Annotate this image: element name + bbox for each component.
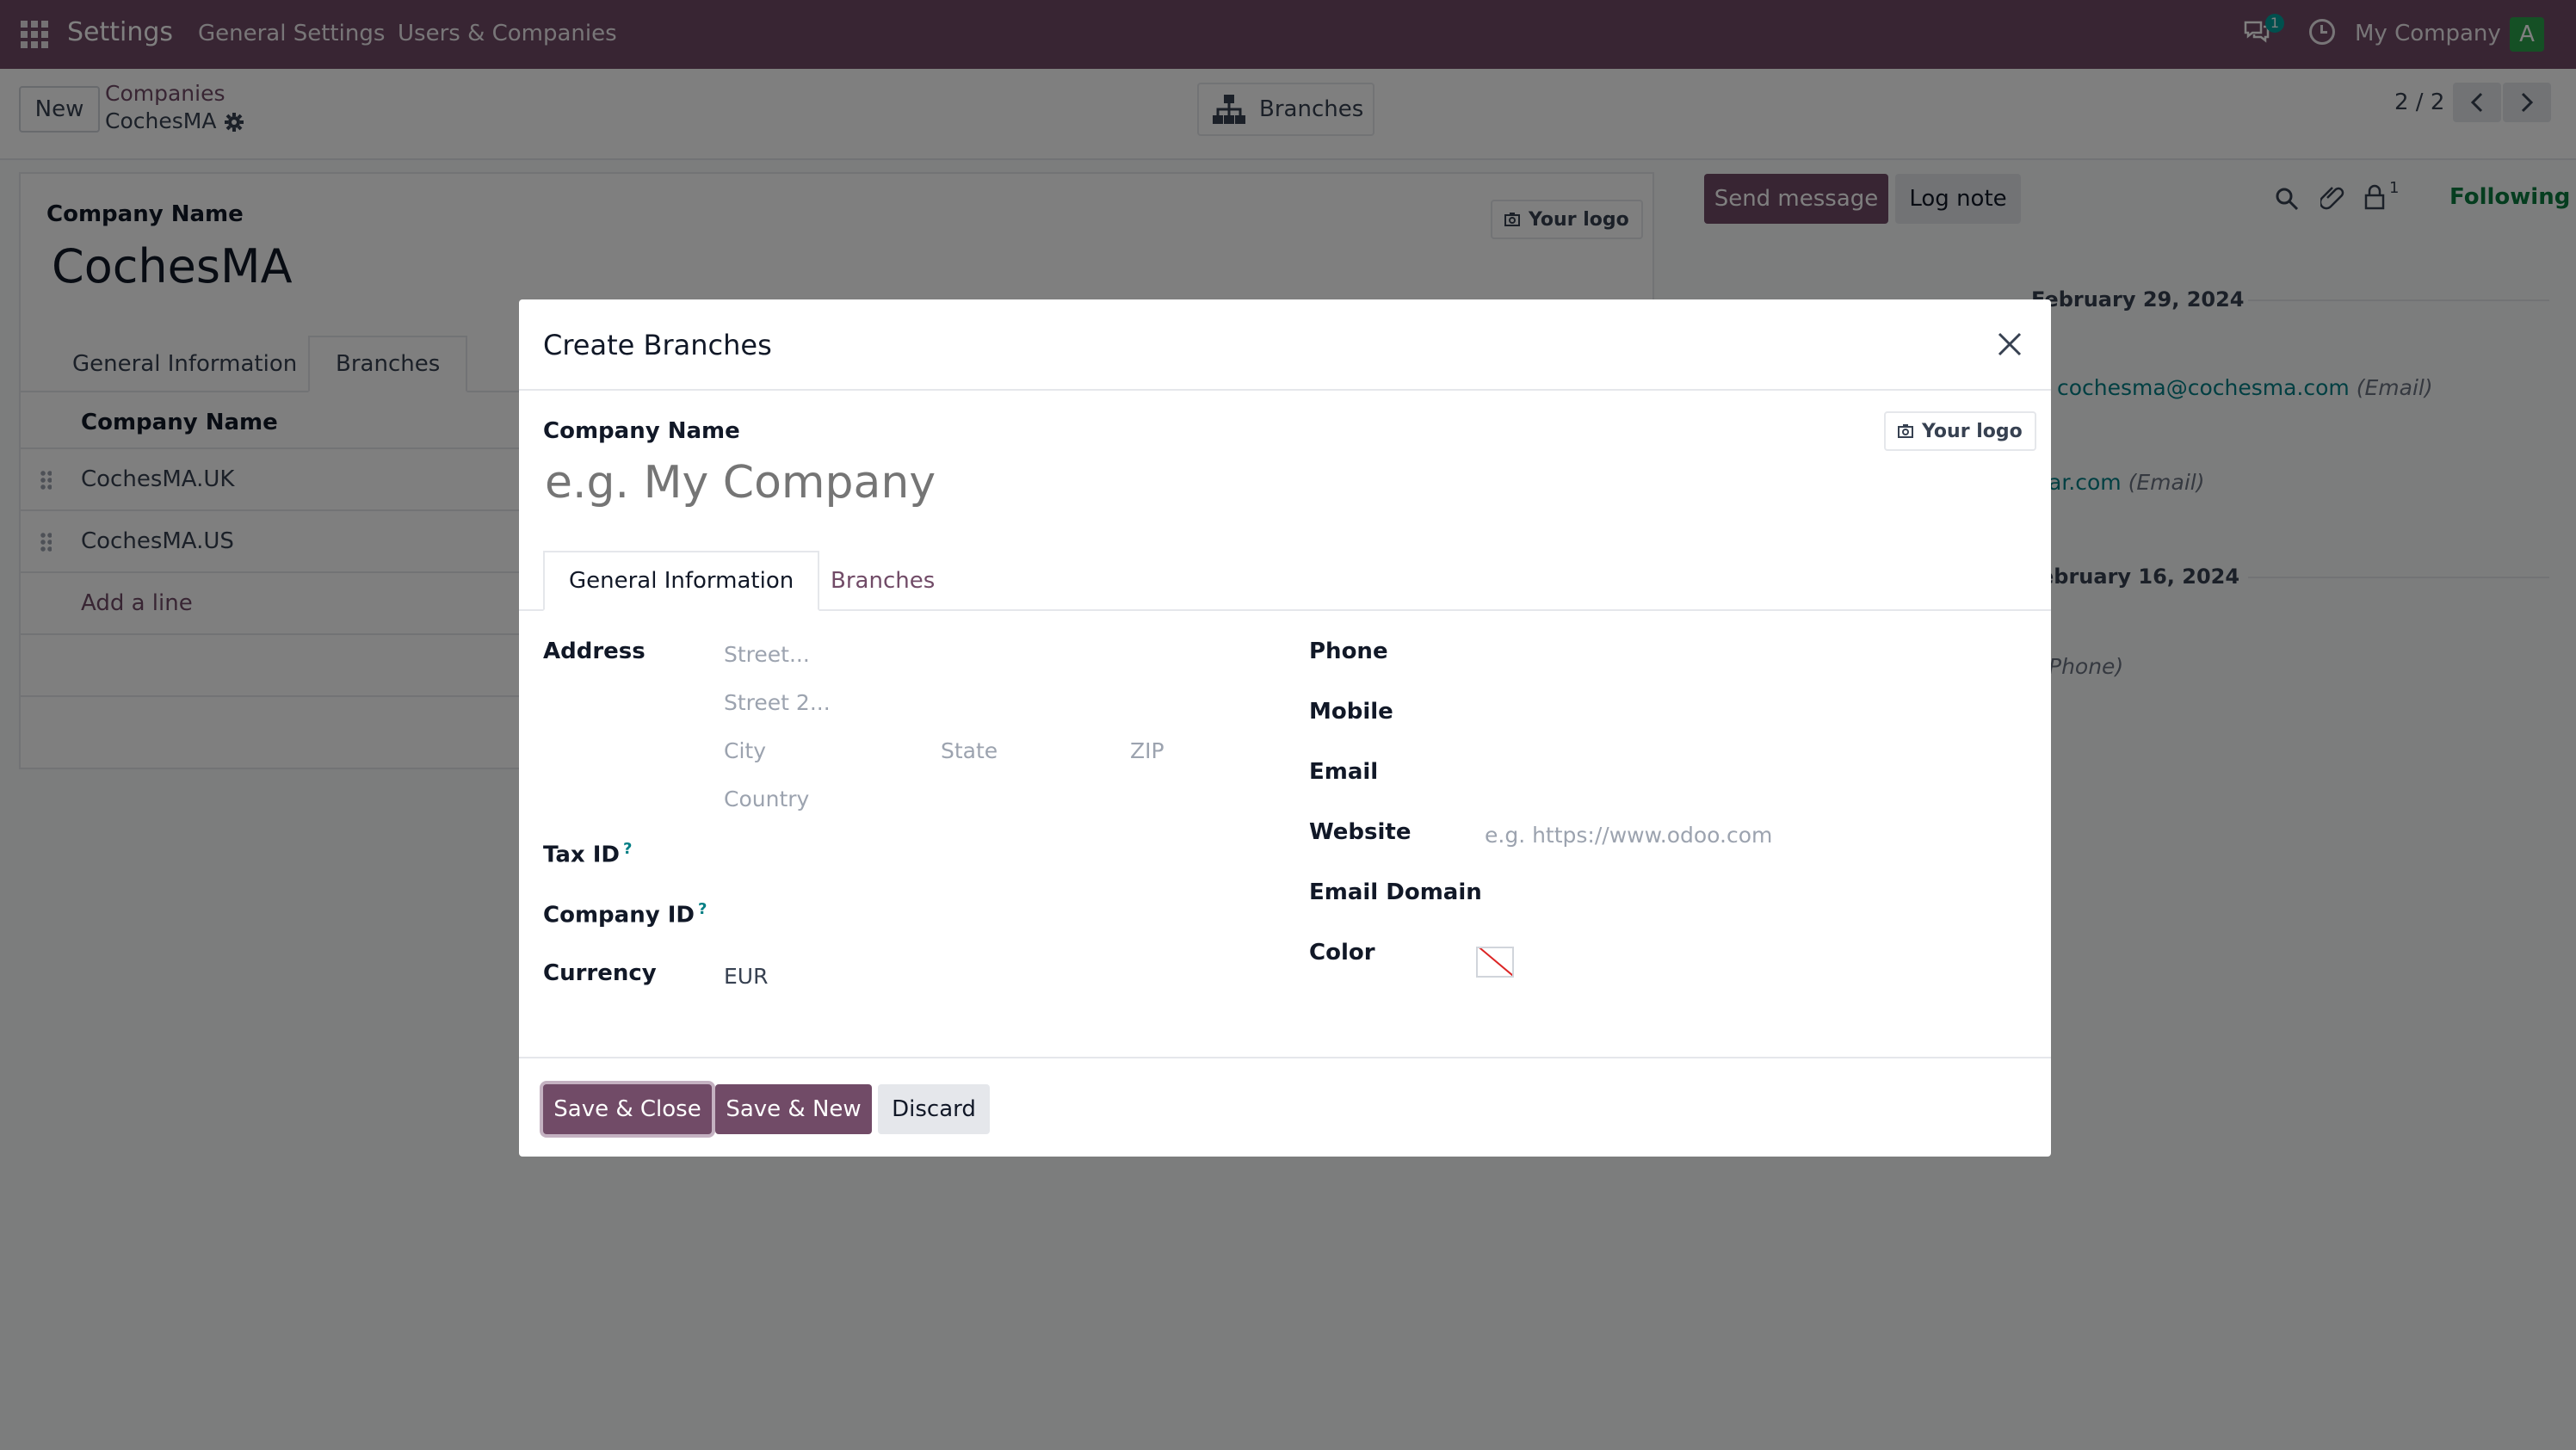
dialog-header: Create Branches xyxy=(519,299,2051,391)
phone-label: Phone xyxy=(1309,639,1388,664)
website-input[interactable] xyxy=(1485,818,2001,852)
email-domain-input[interactable] xyxy=(1485,874,2001,909)
save-close-button[interactable]: Save & Close xyxy=(543,1084,712,1134)
tax-id-input[interactable] xyxy=(724,835,1154,869)
help-tooltip-icon[interactable]: ? xyxy=(623,840,632,858)
currency-label: Currency xyxy=(543,960,657,986)
phone-input[interactable] xyxy=(1485,633,2001,668)
company-name-input[interactable] xyxy=(545,451,2008,515)
address-label: Address xyxy=(543,639,646,664)
camera-icon xyxy=(1898,424,1913,438)
close-icon[interactable] xyxy=(1996,330,2023,358)
street2-input[interactable] xyxy=(724,685,1154,719)
create-branches-dialog: Create Branches Company Name Your logo G… xyxy=(519,299,2051,1157)
currency-select[interactable]: EUR xyxy=(724,964,768,989)
help-tooltip-icon[interactable]: ? xyxy=(698,900,707,918)
street-input[interactable] xyxy=(724,637,1154,671)
dialog-tabs: General Information Branches xyxy=(519,551,2051,611)
logo-upload-label: Your logo xyxy=(1922,420,2023,442)
color-picker[interactable] xyxy=(1476,947,1514,978)
country-input[interactable] xyxy=(724,781,1154,816)
color-label: Color xyxy=(1309,940,1375,966)
save-new-button[interactable]: Save & New xyxy=(715,1084,872,1134)
company-id-label: Company ID? xyxy=(543,900,707,929)
email-label: Email xyxy=(1309,759,1379,785)
mobile-label: Mobile xyxy=(1309,699,1393,725)
dialog-title: Create Branches xyxy=(543,329,772,361)
tax-id-label: Tax ID? xyxy=(543,840,633,868)
zip-input[interactable] xyxy=(1130,733,1251,768)
email-domain-label: Email Domain xyxy=(1309,879,1482,905)
email-input[interactable] xyxy=(1485,754,2001,788)
discard-button[interactable]: Discard xyxy=(878,1084,990,1134)
dialog-footer: Save & Close Save & New Discard xyxy=(519,1057,2051,1157)
company-id-input[interactable] xyxy=(724,895,1154,929)
state-input[interactable] xyxy=(941,733,1113,768)
company-name-label: Company Name xyxy=(543,418,740,444)
website-label: Website xyxy=(1309,819,1412,845)
tab-branches[interactable]: Branches xyxy=(806,551,959,611)
city-input[interactable] xyxy=(724,733,922,768)
logo-upload-button[interactable]: Your logo xyxy=(1884,411,2036,451)
tab-general-information[interactable]: General Information xyxy=(543,551,820,611)
mobile-input[interactable] xyxy=(1485,694,2001,728)
